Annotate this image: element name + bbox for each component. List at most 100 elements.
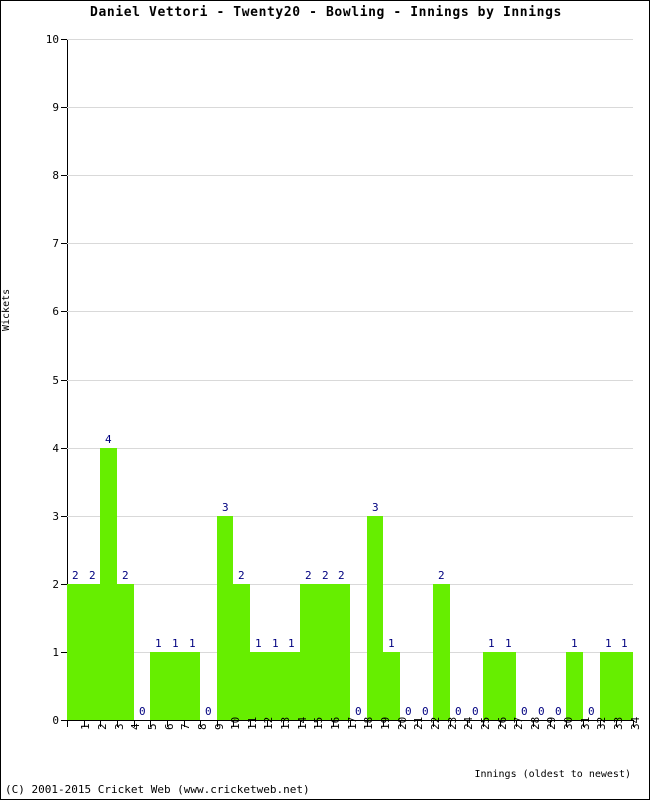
x-axis-tick-label: 9 xyxy=(212,723,226,730)
x-axis-tick-label: 29 xyxy=(545,716,559,730)
x-axis-tick-label: 27 xyxy=(512,716,526,730)
x-axis-tick-label: 20 xyxy=(395,716,409,730)
x-axis-tick-label: 24 xyxy=(462,716,476,730)
x-axis-tick-label: 33 xyxy=(612,716,626,730)
bar-value-label: 1 xyxy=(505,637,512,650)
bar xyxy=(184,652,200,720)
bar xyxy=(600,652,616,720)
bar xyxy=(267,652,283,720)
y-axis-tick xyxy=(61,107,67,108)
gridline xyxy=(67,107,633,108)
bar xyxy=(433,584,450,720)
x-axis-tick-label: 26 xyxy=(495,716,509,730)
y-axis-tick xyxy=(61,448,67,449)
bar xyxy=(283,652,300,720)
y-axis-tick-label: 10 xyxy=(45,33,59,46)
bar-value-label: 1 xyxy=(155,637,162,650)
bar xyxy=(117,584,134,720)
bar-value-label: 2 xyxy=(305,569,312,582)
bar xyxy=(483,652,500,720)
gridline xyxy=(67,380,633,381)
bar-value-label: 1 xyxy=(172,637,179,650)
bar-value-label: 3 xyxy=(222,501,229,514)
x-axis-tick-label: 11 xyxy=(245,716,259,730)
bar-value-label: 0 xyxy=(405,705,412,718)
y-axis-tick-label: 4 xyxy=(52,442,59,455)
bar-value-label: 0 xyxy=(139,705,146,718)
bar-value-label: 0 xyxy=(472,705,479,718)
gridline xyxy=(67,448,633,449)
bar xyxy=(84,584,100,720)
x-axis-tick-label: 18 xyxy=(362,716,376,730)
y-axis-tick-label: 7 xyxy=(52,237,59,250)
x-axis-tick-label: 17 xyxy=(345,716,359,730)
x-axis-tick-label: 19 xyxy=(378,716,392,730)
bar-value-label: 0 xyxy=(555,705,562,718)
x-axis-tick-label: 7 xyxy=(179,723,193,730)
y-axis-tick xyxy=(61,380,67,381)
bar xyxy=(233,584,250,720)
bar-value-label: 2 xyxy=(89,569,96,582)
bar-value-label: 0 xyxy=(538,705,545,718)
bar-value-label: 0 xyxy=(588,705,595,718)
bar xyxy=(500,652,516,720)
bar-value-label: 1 xyxy=(605,637,612,650)
gridline xyxy=(67,39,633,40)
x-axis-tick-label: 22 xyxy=(428,716,442,730)
x-axis-tick-label: 15 xyxy=(312,716,326,730)
bar-value-label: 0 xyxy=(521,705,528,718)
gridline xyxy=(67,311,633,312)
bar-value-label: 2 xyxy=(438,569,445,582)
bar-value-label: 2 xyxy=(322,569,329,582)
copyright-footer: (C) 2001-2015 Cricket Web (www.cricketwe… xyxy=(5,783,310,796)
bar xyxy=(616,652,633,720)
x-axis-tick-label: 13 xyxy=(279,716,293,730)
bar xyxy=(67,584,84,720)
bar-value-label: 0 xyxy=(355,705,362,718)
bar-value-label: 0 xyxy=(422,705,429,718)
bar-value-label: 1 xyxy=(621,637,628,650)
x-axis-tick-label: 31 xyxy=(578,716,592,730)
bar-value-label: 2 xyxy=(72,569,79,582)
gridline xyxy=(67,243,633,244)
gridline xyxy=(67,175,633,176)
bar xyxy=(217,516,233,720)
x-axis-tick-label: 3 xyxy=(112,723,126,730)
bar-value-label: 1 xyxy=(571,637,578,650)
x-axis-tick-label: 21 xyxy=(412,716,426,730)
x-axis-tick-label: 32 xyxy=(595,716,609,730)
y-axis-tick-label: 8 xyxy=(52,169,59,182)
y-axis-tick xyxy=(61,516,67,517)
x-axis-tick-label: 1 xyxy=(79,723,93,730)
y-axis-tick xyxy=(61,175,67,176)
x-axis-tick-label: 28 xyxy=(528,716,542,730)
x-axis-tick-label: 8 xyxy=(195,723,209,730)
x-axis-tick-label: 14 xyxy=(295,716,309,730)
x-axis-tick-label: 4 xyxy=(129,723,143,730)
bar xyxy=(167,652,184,720)
bar xyxy=(150,652,167,720)
y-axis-tick-label: 1 xyxy=(52,646,59,659)
bar xyxy=(367,516,383,720)
x-axis-tick-label: 10 xyxy=(229,716,243,730)
y-axis-tick-label: 6 xyxy=(52,305,59,318)
bar-value-label: 0 xyxy=(205,705,212,718)
y-axis-tick xyxy=(61,243,67,244)
bar xyxy=(300,584,317,720)
bar-value-label: 1 xyxy=(288,637,295,650)
y-axis-tick-label: 9 xyxy=(52,101,59,114)
y-axis-tick-labels: 0 1 2 3 4 5 6 7 8 9 10 xyxy=(1,34,59,726)
x-axis-tick-label: 2 xyxy=(95,723,109,730)
x-axis-tick-label: 6 xyxy=(162,723,176,730)
bar-value-label: 1 xyxy=(488,637,495,650)
bar-value-label: 2 xyxy=(238,569,245,582)
x-axis-tick-label: 30 xyxy=(562,716,576,730)
bar-value-label: 1 xyxy=(255,637,262,650)
x-axis-title: Innings (oldest to newest) xyxy=(474,769,631,780)
bar xyxy=(100,448,117,720)
gridline xyxy=(67,584,633,585)
y-axis-tick-label: 5 xyxy=(52,374,59,387)
bar-value-label: 2 xyxy=(338,569,345,582)
bar xyxy=(333,584,350,720)
bar-value-label: 1 xyxy=(388,637,395,650)
